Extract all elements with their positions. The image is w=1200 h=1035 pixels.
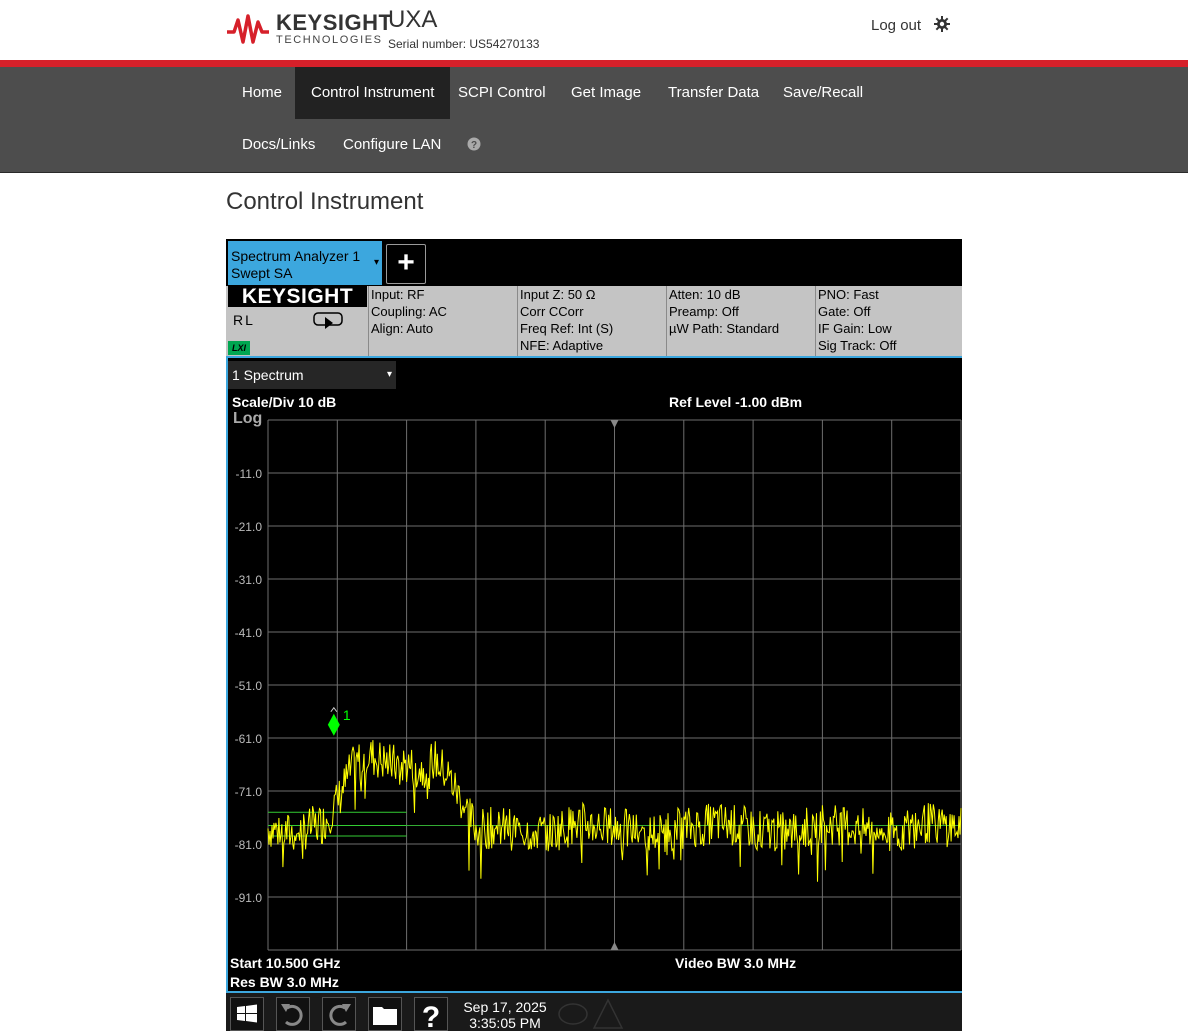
window-select[interactable]: 1 Spectrum ▾ bbox=[228, 361, 396, 389]
settings-column-pno[interactable]: PNO: Fast Gate: Off IF Gain: Low Sig Tra… bbox=[815, 286, 962, 357]
y-tick-label: -71.0 bbox=[235, 785, 263, 799]
setting-uw-path: µW Path: Standard bbox=[669, 321, 780, 336]
brand-name: KEYSIGHT bbox=[276, 10, 393, 35]
redo-icon[interactable] bbox=[322, 997, 356, 1031]
product-name: UXA bbox=[388, 6, 438, 33]
setting-atten: Atten: 10 dB bbox=[669, 287, 741, 302]
svg-text:?: ? bbox=[422, 1001, 440, 1030]
tab-mode: Swept SA bbox=[231, 265, 293, 281]
rl-label: RL bbox=[233, 312, 255, 328]
res-bw-label[interactable]: Res BW 3.0 MHz bbox=[230, 974, 339, 990]
ref-level-label[interactable]: Ref Level -1.00 dBm bbox=[669, 394, 802, 410]
setting-input-z: Input Z: 50 Ω bbox=[520, 287, 596, 302]
start-freq-label[interactable]: Start 10.500 GHz bbox=[230, 955, 341, 971]
setting-nfe: NFE: Adaptive bbox=[520, 338, 604, 353]
question-circle-icon[interactable]: ? bbox=[467, 137, 481, 151]
setting-preamp: Preamp: Off bbox=[669, 304, 739, 319]
keysight-logo-icon bbox=[227, 14, 269, 44]
marker-diamond bbox=[327, 713, 340, 736]
status-icons[interactable] bbox=[554, 996, 626, 1031]
nav-configure-lan[interactable]: Configure LAN bbox=[327, 119, 457, 171]
center-freq-marker bbox=[610, 420, 619, 428]
marker-caret bbox=[330, 706, 338, 713]
setting-sig-track: Sig Track: Off bbox=[818, 338, 897, 353]
trigger-icon bbox=[313, 312, 343, 329]
chevron-down-icon: ▾ bbox=[386, 369, 392, 380]
help-icon[interactable]: ? bbox=[414, 997, 448, 1034]
y-tick-label: -61.0 bbox=[235, 732, 263, 746]
windows-icon[interactable] bbox=[230, 997, 264, 1031]
gear-icon[interactable] bbox=[934, 16, 950, 32]
setting-coupling: Coupling: AC bbox=[371, 304, 447, 319]
setting-gate: Gate: Off bbox=[818, 304, 871, 319]
y-tick-label: -31.0 bbox=[235, 573, 263, 587]
settings-column-impedance[interactable]: Input Z: 50 Ω Corr CCorr Freq Ref: Int (… bbox=[517, 286, 666, 357]
setting-if-gain: IF Gain: Low bbox=[818, 321, 892, 336]
window-select-label: 1 Spectrum bbox=[232, 367, 304, 383]
main-nav: Home Control Instrument SCPI Control Get… bbox=[0, 67, 1188, 173]
nav-get-image[interactable]: Get Image bbox=[555, 67, 657, 119]
warning-icon bbox=[592, 998, 624, 1029]
settings-underline bbox=[226, 356, 962, 358]
brand-accent-bar bbox=[0, 60, 1188, 67]
video-bw-label[interactable]: Video BW 3.0 MHz bbox=[675, 955, 796, 971]
message-icon bbox=[558, 1003, 588, 1025]
setting-pno: PNO: Fast bbox=[818, 287, 879, 302]
instrument-brand-badge: KEYSIGHT bbox=[228, 286, 367, 308]
time-label: 3:35:05 PM bbox=[469, 1015, 541, 1031]
add-tab-button[interactable]: + bbox=[386, 244, 426, 284]
settings-column-atten[interactable]: Atten: 10 dB Preamp: Off µW Path: Standa… bbox=[666, 286, 815, 357]
spectrum-plot[interactable]: -11.0 -21.0 -31.0 -41.0 -51.0 -61.0 -71.0 -81.0… bbox=[228, 412, 962, 952]
setting-freq-ref: Freq Ref: Int (S) bbox=[520, 321, 614, 336]
nav-control-instrument[interactable]: Control Instrument bbox=[295, 67, 451, 119]
setting-input: Input: RF bbox=[371, 287, 425, 302]
settings-column-input[interactable]: Input: RF Coupling: AC Align: Auto bbox=[368, 286, 517, 357]
svg-text:?: ? bbox=[471, 140, 477, 151]
marker-label: 1 bbox=[343, 707, 351, 723]
y-tick-label: -11.0 bbox=[236, 467, 263, 481]
datetime: Sep 17, 2025 3:35:05 PM bbox=[458, 999, 552, 1031]
lxi-badge: LXI bbox=[228, 341, 250, 355]
brand-subtitle: TECHNOLOGIES bbox=[276, 34, 383, 46]
y-tick-label: -51.0 bbox=[235, 679, 263, 693]
setting-align: Align: Auto bbox=[371, 321, 434, 336]
y-tick-label: -21.0 bbox=[235, 520, 263, 534]
nav-scpi-control[interactable]: SCPI Control bbox=[442, 67, 562, 119]
nav-docs-links[interactable]: Docs/Links bbox=[226, 119, 331, 171]
undo-icon[interactable] bbox=[276, 997, 310, 1031]
tab-title: Spectrum Analyzer 1 bbox=[231, 248, 361, 264]
y-tick-label: -91.0 bbox=[235, 891, 263, 905]
nav-save-recall[interactable]: Save/Recall bbox=[767, 67, 879, 119]
chevron-down-icon: ▾ bbox=[373, 257, 379, 268]
center-freq-marker bbox=[610, 942, 619, 950]
scale-div-label: Scale/Div 10 dB bbox=[232, 394, 337, 410]
y-tick-label: -41.0 bbox=[235, 626, 263, 640]
folder-icon[interactable] bbox=[368, 997, 402, 1031]
serial-number: Serial number: US54270133 bbox=[388, 37, 540, 51]
nav-transfer-data[interactable]: Transfer Data bbox=[652, 67, 775, 119]
page-title: Control Instrument bbox=[226, 188, 424, 215]
y-tick-label: -81.0 bbox=[235, 838, 263, 852]
logout-link[interactable]: Log out bbox=[871, 17, 921, 34]
nav-home[interactable]: Home bbox=[226, 67, 298, 119]
date-label: Sep 17, 2025 bbox=[463, 999, 547, 1015]
setting-corr: Corr CCorr bbox=[520, 304, 584, 319]
measurement-tab[interactable]: Spectrum Analyzer 1 Swept SA ▾ bbox=[228, 241, 382, 285]
